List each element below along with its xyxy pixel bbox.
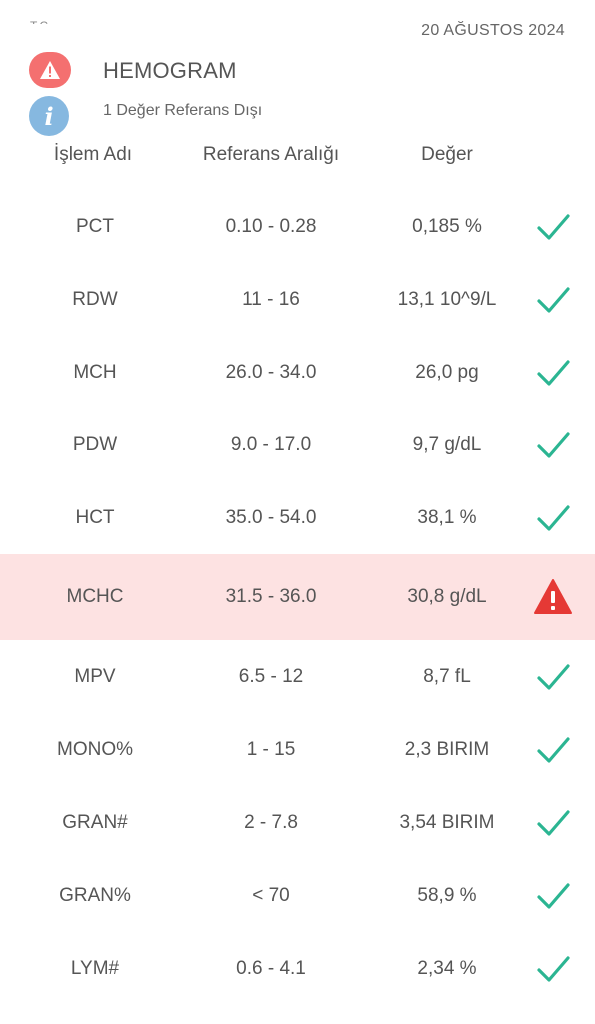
check-icon [533, 730, 573, 770]
warning-badge-icon [29, 52, 71, 88]
table-row[interactable]: MPV 6.5 - 12 8,7 fL [0, 640, 595, 713]
result-value: 9,7 g/dL [412, 433, 482, 455]
test-group-title: HEMOGRAM [103, 58, 237, 83]
test-name: GRAN# [62, 811, 128, 833]
result-value: 13,1 10^9/L [397, 288, 497, 310]
table-row[interactable]: GRAN% < 70 58,9 % [0, 859, 595, 932]
test-name: LYM# [70, 957, 120, 979]
check-icon [533, 280, 573, 320]
test-name: MPV [74, 665, 116, 687]
table-row[interactable]: HCT 35.0 - 54.0 38,1 % [0, 481, 595, 554]
reference-range: 11 - 16 [242, 288, 300, 310]
reference-range: 0.6 - 4.1 [236, 957, 306, 979]
check-icon [533, 498, 573, 538]
column-header-range: Referans Aralığı [202, 144, 340, 165]
result-value: 30,8 g/dL [407, 586, 487, 607]
table-header: İşlem Adı Referans Aralığı Değer [0, 140, 595, 172]
top-cutoff-text: T.C. [30, 14, 51, 24]
test-name: MCH [73, 361, 117, 383]
result-value: 38,1 % [417, 506, 477, 528]
reference-range: 0.10 - 0.28 [225, 215, 317, 237]
check-icon [533, 425, 573, 465]
test-name: MONO% [57, 738, 133, 760]
result-value: 2,34 % [417, 957, 477, 979]
reference-range: 9.0 - 17.0 [230, 433, 312, 455]
result-value: 58,9 % [417, 884, 477, 906]
check-icon [533, 949, 573, 989]
table-row[interactable]: RDW 11 - 16 13,1 10^9/L [0, 263, 595, 336]
warning-icon [533, 577, 573, 617]
reference-range: 26.0 - 34.0 [225, 361, 317, 383]
test-name: MCHC [66, 586, 124, 607]
column-header-value: Değer [421, 144, 473, 165]
reference-range: 31.5 - 36.0 [225, 586, 317, 607]
result-value: 2,3 BIRIM [404, 738, 490, 760]
check-icon [533, 803, 573, 843]
table-row[interactable]: GRAN# 2 - 7.8 3,54 BIRIM [0, 786, 595, 859]
table-row[interactable]: LYM# 0.6 - 4.1 2,34 % [0, 932, 595, 1005]
result-value: 0,185 % [412, 215, 482, 237]
out-of-range-summary: 1 Değer Referans Dışı [103, 102, 263, 119]
test-name: HCT [75, 506, 115, 528]
check-icon [533, 353, 573, 393]
reference-range: 6.5 - 12 [238, 665, 304, 687]
table-row[interactable]: PDW 9.0 - 17.0 9,7 g/dL [0, 408, 595, 481]
report-date: 20 AĞUSTOS 2024 [421, 22, 565, 39]
table-row-alert[interactable]: MCHC 31.5 - 36.0 30,8 g/dL [0, 554, 595, 640]
reference-range: 1 - 15 [246, 738, 296, 760]
result-value: 26,0 pg [415, 361, 479, 383]
reference-range: < 70 [252, 884, 290, 906]
table-row[interactable]: PCT 0.10 - 0.28 0,185 % [0, 190, 595, 263]
table-row[interactable]: MONO% 1 - 15 2,3 BIRIM [0, 713, 595, 786]
info-icon: i [29, 96, 69, 136]
test-name: PDW [72, 433, 118, 455]
test-name: PCT [76, 215, 114, 237]
check-icon [533, 876, 573, 916]
reference-range: 35.0 - 54.0 [225, 506, 317, 528]
check-icon [533, 657, 573, 697]
result-value: 8,7 fL [423, 665, 471, 687]
test-name: GRAN% [59, 884, 131, 906]
test-name: RDW [72, 288, 118, 310]
column-header-name: İşlem Adı [53, 144, 133, 165]
result-value: 3,54 BIRIM [399, 811, 495, 833]
reference-range: 2 - 7.8 [244, 811, 298, 833]
table-row[interactable]: MCH 26.0 - 34.0 26,0 pg [0, 336, 595, 409]
page: T.C. 20 AĞUSTOS 2024 i HEMOGRAM 1 Değer … [0, 0, 595, 1024]
check-icon [533, 207, 573, 247]
